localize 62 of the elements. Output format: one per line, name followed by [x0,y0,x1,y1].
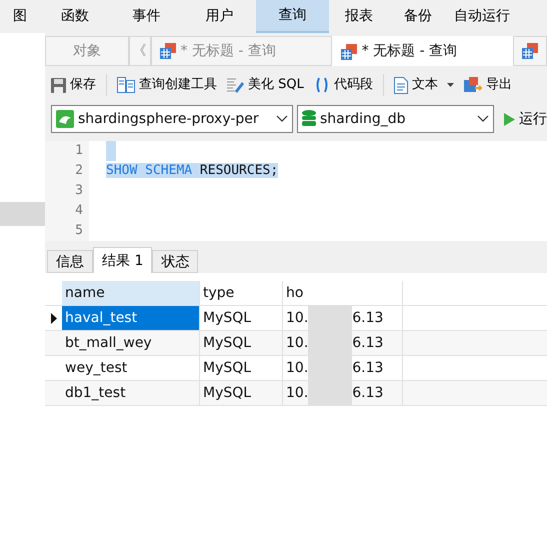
table-cell-text: 6.13 [352,334,384,353]
table-cell: MySQL [200,331,283,355]
menu-tab[interactable]: 函数 [40,0,110,33]
save-icon [51,78,66,92]
beautify-icon [227,77,244,93]
table-cell: bt_mall_wey [62,331,200,355]
builder-button[interactable]: 查询创建工具 [117,75,217,95]
menu-tab[interactable]: 图 [0,0,40,33]
table-icon [160,43,176,59]
column-header[interactable]: ho [283,281,403,305]
column-header[interactable]: name [62,281,200,305]
chevron-icon [477,115,489,123]
menu-tab[interactable]: 用户 [183,0,256,33]
snippet-button[interactable]: 代码段 [314,75,373,95]
table-cell-text: 6.13 [352,384,384,403]
menu-tab[interactable]: 报表 [329,0,389,33]
braces-icon [314,77,330,93]
result-tab[interactable]: 结果 1 [93,247,152,273]
result-tab[interactable]: 状态 [152,250,198,273]
query-tab[interactable]: * 无标题 - 查询 [332,36,513,66]
connection-dropdown[interactable]: shardingsphere-proxy-per [51,105,293,133]
table-cell-text: 10. [286,359,308,378]
caret-icon [446,83,454,87]
export-icon [464,77,482,93]
text-button[interactable]: 文本 [394,75,454,95]
run-button[interactable]: 运行 [504,108,547,130]
result-tab[interactable]: 信息 [47,250,93,273]
table-cell: haval_test [62,306,200,330]
play-icon [504,112,515,126]
beautify-button[interactable]: 美化 SQL [227,75,304,95]
table-icon [340,44,357,60]
query-tab[interactable] [513,36,547,66]
database-dropdown[interactable]: sharding_db [297,105,494,133]
connection-icon [56,110,74,128]
table-cell-text: 6.13 [352,309,384,328]
menu-tab[interactable]: 备份 [389,0,447,33]
table-cell: MySQL [200,356,283,380]
chevron-icon [276,115,288,123]
menu-tab[interactable]: 事件 [110,0,183,33]
table-cell-text: 10. [286,384,308,403]
table-cell-text: 10. [286,334,308,353]
line-number: 2 [74,162,83,180]
line-number: 5 [74,222,83,240]
line-number: 1 [74,142,83,160]
menu-tab[interactable]: 查询 [256,0,329,33]
table-cell: MySQL [200,381,283,405]
export-button[interactable]: 导出 [464,75,512,95]
query-builder-icon [117,77,135,93]
database-icon [302,110,316,128]
table-cell: MySQL [200,306,283,330]
save-button[interactable]: 保存 [51,75,96,95]
line-number: 4 [74,202,83,220]
column-header[interactable]: type [200,281,283,305]
line-number: 3 [74,182,83,200]
table-icon [522,43,538,59]
menu-tab[interactable]: 自动运行 [447,0,517,33]
table-cell: wey_test [62,356,200,380]
table-cell-text: 6.13 [352,359,384,378]
table-cell: db1_test [62,381,200,405]
table-cell-text: 10. [286,309,308,328]
document-icon [394,76,408,94]
selection-highlight [106,141,116,161]
